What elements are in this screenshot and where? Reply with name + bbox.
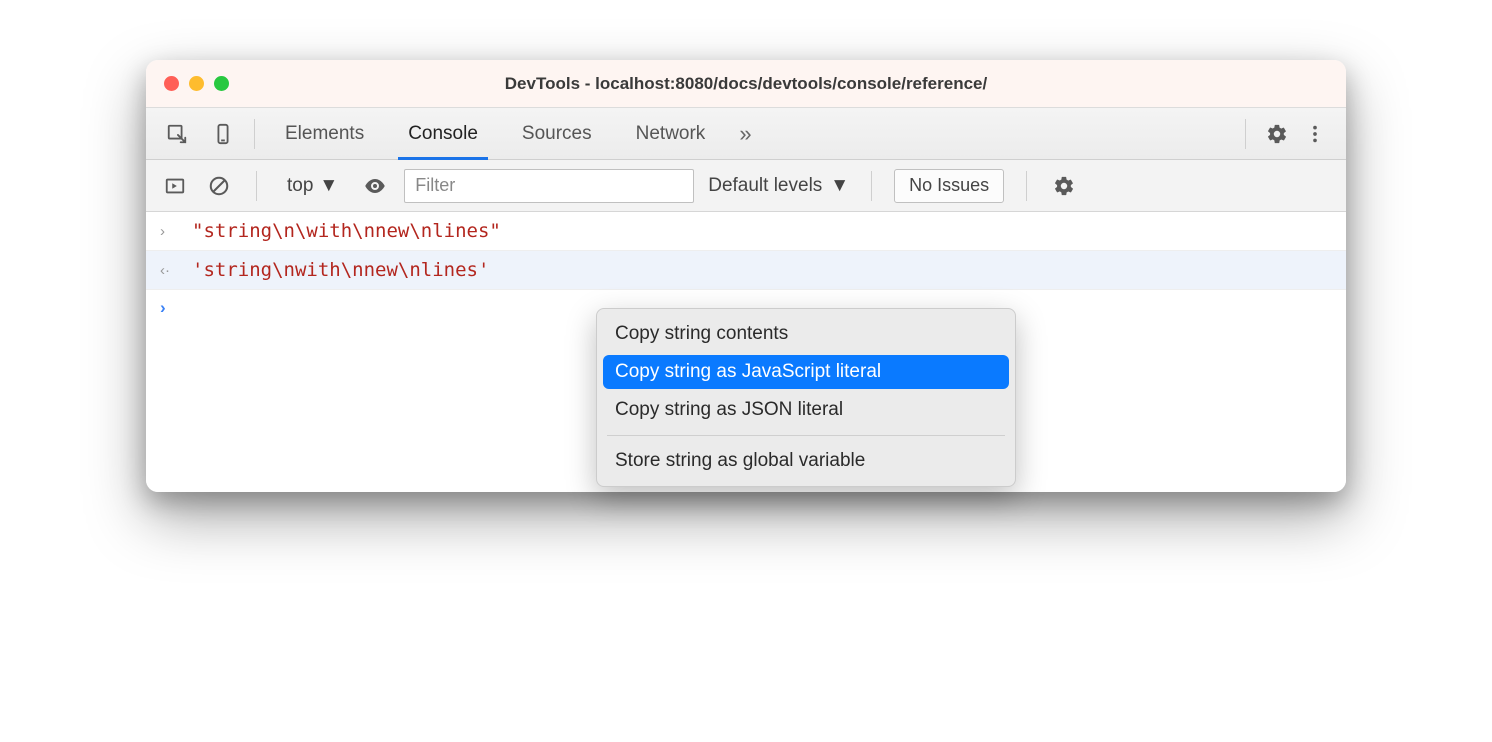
- tabs: Elements Console Sources Network »: [263, 108, 764, 159]
- menu-copy-string-json-literal[interactable]: Copy string as JSON literal: [597, 391, 1015, 429]
- menu-copy-string-contents[interactable]: Copy string contents: [597, 315, 1015, 353]
- tabbar: Elements Console Sources Network »: [146, 108, 1346, 160]
- menu-copy-string-js-literal[interactable]: Copy string as JavaScript literal: [603, 355, 1009, 389]
- context-label: top: [287, 175, 313, 197]
- tab-sources[interactable]: Sources: [500, 108, 614, 159]
- divider: [1245, 119, 1246, 149]
- toggle-sidebar-icon[interactable]: [160, 171, 190, 201]
- maximize-window-button[interactable]: [214, 76, 229, 91]
- chevron-down-icon: ▼: [319, 175, 338, 197]
- console-toolbar: top ▼ Default levels ▼ No Issues: [146, 160, 1346, 212]
- tabbar-left: [154, 119, 246, 149]
- divider: [871, 171, 872, 201]
- kebab-menu-icon[interactable]: [1300, 119, 1330, 149]
- context-selector[interactable]: top ▼: [279, 171, 346, 201]
- live-expression-icon[interactable]: [360, 171, 390, 201]
- window-title: DevTools - localhost:8080/docs/devtools/…: [164, 74, 1328, 94]
- menu-store-as-global[interactable]: Store string as global variable: [597, 442, 1015, 480]
- devtools-window: DevTools - localhost:8080/docs/devtools/…: [146, 60, 1346, 492]
- chevron-down-icon: ▼: [830, 175, 849, 197]
- menu-separator: [607, 435, 1005, 436]
- console-input-code: "string\n\with\nnew\nlines": [192, 220, 501, 242]
- minimize-window-button[interactable]: [189, 76, 204, 91]
- more-tabs-icon[interactable]: »: [727, 108, 763, 159]
- traffic-lights: [164, 76, 229, 91]
- divider: [254, 119, 255, 149]
- device-toolbar-icon[interactable]: [208, 119, 238, 149]
- input-marker-icon: ›: [160, 223, 178, 240]
- tabbar-right: [1237, 119, 1338, 149]
- context-menu: Copy string contents Copy string as Java…: [596, 308, 1016, 487]
- filter-input[interactable]: [404, 169, 694, 203]
- titlebar: DevTools - localhost:8080/docs/devtools/…: [146, 60, 1346, 108]
- tab-elements[interactable]: Elements: [263, 108, 386, 159]
- divider: [1026, 171, 1027, 201]
- settings-icon[interactable]: [1262, 119, 1292, 149]
- tab-console[interactable]: Console: [386, 108, 500, 159]
- console-body: › "string\n\with\nnew\nlines" ‹· 'string…: [146, 212, 1346, 492]
- log-levels-selector[interactable]: Default levels ▼: [708, 175, 849, 197]
- close-window-button[interactable]: [164, 76, 179, 91]
- console-output-line[interactable]: ‹· 'string\nwith\nnew\nlines': [146, 251, 1346, 290]
- levels-label: Default levels: [708, 175, 822, 197]
- console-input-line[interactable]: › "string\n\with\nnew\nlines": [146, 212, 1346, 251]
- issues-button[interactable]: No Issues: [894, 169, 1004, 203]
- prompt-marker-icon: ›: [160, 298, 178, 318]
- output-marker-icon: ‹·: [160, 262, 178, 279]
- inspect-element-icon[interactable]: [162, 119, 192, 149]
- clear-console-icon[interactable]: [204, 171, 234, 201]
- tab-network[interactable]: Network: [614, 108, 728, 159]
- console-output-code: 'string\nwith\nnew\nlines': [192, 259, 489, 281]
- divider: [256, 171, 257, 201]
- console-settings-icon[interactable]: [1049, 171, 1079, 201]
